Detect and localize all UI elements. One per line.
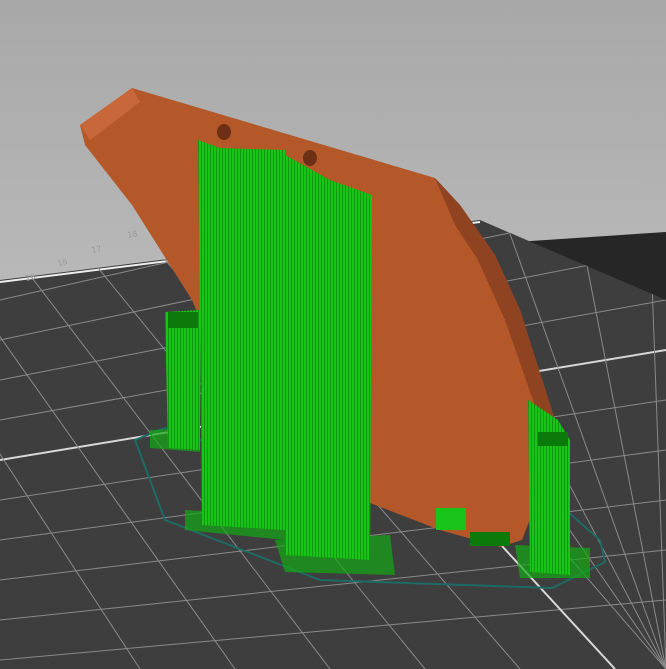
scene-canvas[interactable]: 15 16 17 18 xyxy=(0,0,666,669)
support-column xyxy=(285,155,372,560)
support-column xyxy=(165,310,200,450)
3d-viewport[interactable]: 15 16 17 18 xyxy=(0,0,666,669)
support-cap xyxy=(538,432,568,446)
support-cap xyxy=(168,312,198,328)
support-column xyxy=(198,140,285,530)
mounting-hole xyxy=(217,124,231,140)
support-small xyxy=(470,532,510,546)
support-small xyxy=(436,508,466,530)
mounting-hole xyxy=(303,150,317,166)
